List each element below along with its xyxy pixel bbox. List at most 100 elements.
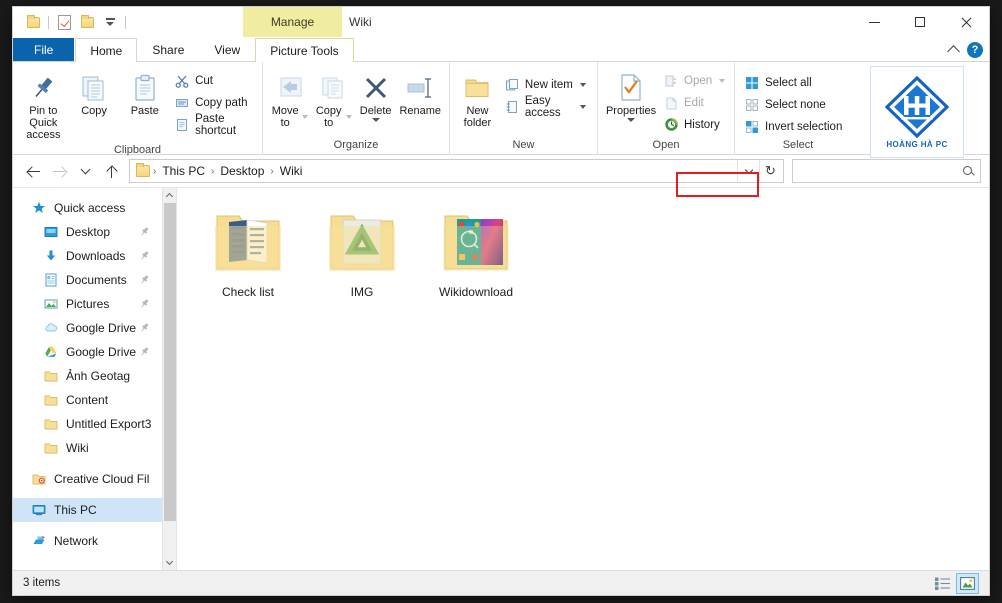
up-arrow-icon[interactable] [99,159,123,183]
item-count-label: 3 items [23,577,61,589]
sidebar-item-network[interactable]: Network [13,529,162,553]
pin-icon[interactable] [139,226,150,237]
search-input[interactable] [792,159,981,183]
sidebar-item-downloads[interactable]: Downloads [13,244,162,268]
list-item-label: Wikidownload [438,285,514,299]
move-to-button[interactable]: Move to [269,68,310,132]
sidebar-item-anh-geotag[interactable]: Ảnh Geotag [13,364,162,388]
pin-icon[interactable] [139,250,150,261]
button-label: Rename [399,105,442,117]
button-label: Copy path [195,96,248,109]
sidebar-item-label: Ảnh Geotag [66,369,131,383]
edit-button[interactable]: Edit [660,92,730,113]
tab-home[interactable]: Home [75,38,138,62]
folder-icon[interactable] [23,12,43,32]
list-item[interactable]: Check list [191,202,305,320]
close-button[interactable] [943,7,989,37]
invert-selection-button[interactable]: Invert selection [741,116,847,137]
back-arrow-icon[interactable] [21,159,45,183]
minimize-button[interactable] [851,7,897,37]
button-label: New item [524,78,573,91]
properties-button[interactable]: Properties [604,68,658,125]
sidebar-item-desktop[interactable]: Desktop [13,220,162,244]
button-label: Delete [359,105,392,117]
pin-icon[interactable] [139,346,150,357]
tab-view[interactable]: View [199,38,255,61]
copy-path-button[interactable]: Copy path [171,92,256,113]
details-view-button[interactable] [931,573,954,594]
downloads-icon [43,248,59,264]
chevron-down-icon [580,104,586,109]
breadcrumb[interactable]: › This PC › Desktop › Wiki ↻ [129,159,784,183]
button-label: Pin to Quick access [26,105,61,141]
pin-icon[interactable] [139,298,150,309]
tab-picture-tools[interactable]: Picture Tools [255,38,354,62]
help-icon[interactable]: ? [967,42,983,58]
tab-share[interactable]: Share [137,38,199,61]
new-item-button[interactable]: New item [501,74,591,95]
paste-shortcut-button[interactable]: Paste shortcut [171,113,256,137]
new-folder-button[interactable]: New folder [456,68,499,132]
breadcrumb-item-this-pc[interactable]: This PC [157,164,210,178]
sidebar-item-quick-access[interactable]: Quick access [13,196,162,220]
easy-access-button[interactable]: Easy access [501,95,591,119]
tab-file[interactable]: File [13,38,75,61]
open-button[interactable]: Open [660,70,730,91]
chevron-down-icon [719,78,726,83]
paste-button[interactable]: Paste [120,68,169,120]
copy-to-button[interactable]: Copy to [312,68,353,132]
select-all-icon [744,75,760,91]
sidebar-item-label: Downloads [66,249,126,263]
delete-x-icon [363,71,389,105]
sidebar-item-pictures[interactable]: Pictures [13,292,162,316]
delete-button[interactable]: Delete [356,68,396,125]
new-folder-icon[interactable] [77,12,97,32]
large-icons-view-button[interactable] [956,572,979,594]
sidebar-item-creative-cloud-files[interactable]: Creative Cloud Fil [13,467,162,491]
select-none-button[interactable]: Select none [741,94,847,115]
select-all-button[interactable]: Select all [741,72,847,93]
breadcrumb-item-wiki[interactable]: Wiki [275,164,308,178]
chevron-up-icon[interactable] [947,45,960,58]
navigation-scrollbar[interactable] [163,188,177,570]
cut-button[interactable]: Cut [171,70,256,91]
pin-to-quick-access-button[interactable]: Pin to Quick access [19,68,68,144]
list-item[interactable]: IMG [305,202,419,320]
desktop-icon [43,224,59,240]
history-button[interactable]: History [660,114,730,135]
pin-icon[interactable] [139,322,150,333]
button-label: Edit [684,96,704,109]
properties-icon[interactable] [54,12,74,32]
chevron-down-icon [345,115,352,119]
maximize-button[interactable] [897,7,943,37]
forward-arrow-icon[interactable] [47,159,71,183]
title-bar: Manage Wiki [13,7,989,38]
refresh-icon[interactable]: ↻ [759,160,781,182]
scrollbar-thumb[interactable] [164,203,176,521]
sidebar-item-google-drive[interactable]: Google Drive [13,340,162,364]
scroll-down-icon[interactable] [163,555,177,570]
new-folder-icon [462,71,492,105]
sidebar-item-google-drive-cloud[interactable]: Google Drive [13,316,162,340]
list-item[interactable]: Wikidownload [419,202,533,320]
sidebar-item-documents[interactable]: Documents [13,268,162,292]
search-icon[interactable] [963,165,974,177]
sidebar-item-content[interactable]: Content [13,388,162,412]
rename-button[interactable]: Rename [397,68,443,120]
sidebar-item-wiki[interactable]: Wiki [13,436,162,460]
copy-button[interactable]: Copy [70,68,119,120]
scroll-up-icon[interactable] [163,188,177,203]
sidebar-item-untitled-export3[interactable]: Untitled Export3 [13,412,162,436]
file-list-view[interactable]: Check list IMG Wikidownload [177,188,989,570]
google-drive-icon [43,344,59,360]
breadcrumb-item-desktop[interactable]: Desktop [215,164,269,178]
pin-icon[interactable] [139,274,150,285]
folder-icon [43,416,59,432]
sidebar-item-this-pc[interactable]: This PC [13,498,162,522]
ribbon-group-clipboard: Pin to Quick access Copy Paste Cut Copy … [13,62,263,156]
recent-locations-icon[interactable] [73,159,97,183]
chevron-down-icon[interactable] [737,160,759,182]
customize-caret-icon[interactable] [100,12,120,32]
creative-cloud-icon [31,471,47,487]
